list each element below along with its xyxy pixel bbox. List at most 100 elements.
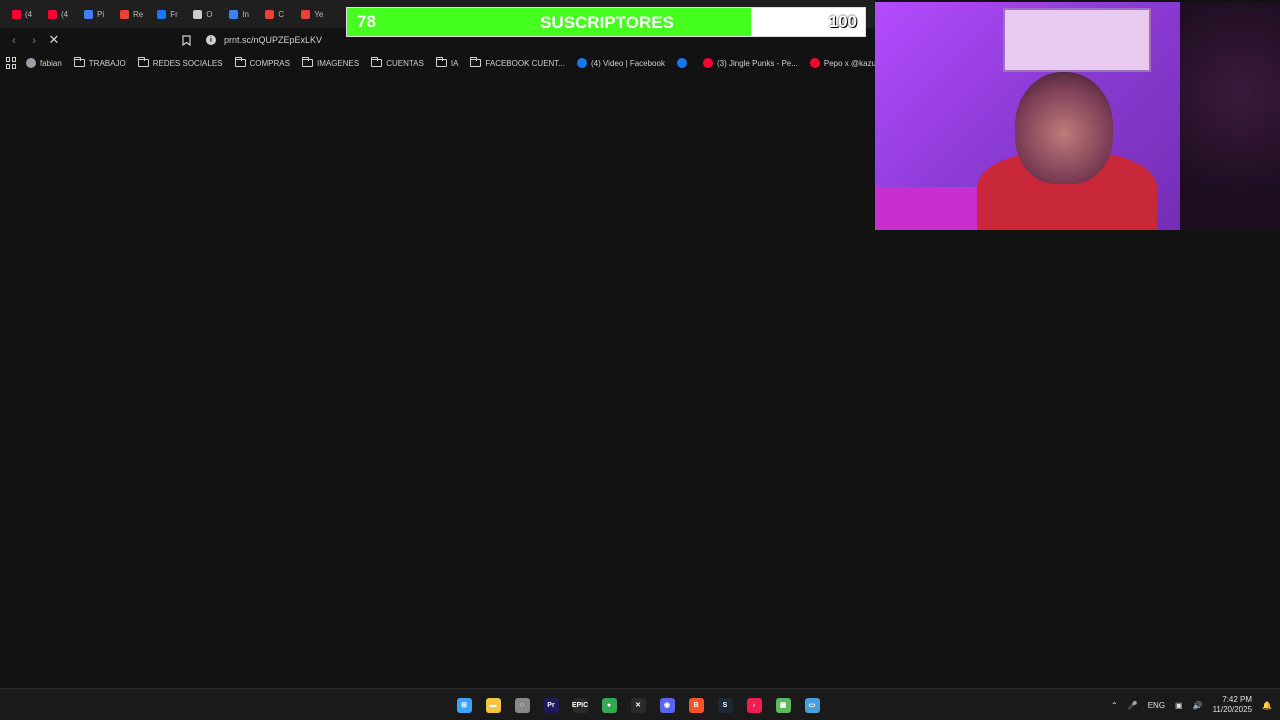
file-explorer-icon: ▬ [485, 697, 501, 713]
tab-favicon-icon [84, 9, 93, 19]
bookmark-item[interactable]: IMAGENES [301, 57, 360, 68]
discord-icon: ◉ [659, 697, 675, 713]
folder-icon [73, 57, 85, 67]
discord-button[interactable]: ◉ [655, 693, 679, 717]
streamer-head [1015, 72, 1113, 184]
obs-icon: ○ [514, 697, 530, 713]
steam-button[interactable]: S [713, 693, 737, 717]
browser-tab[interactable]: Ye [295, 3, 329, 25]
bookmark-label: COMPRAS [249, 58, 290, 68]
tab-favicon-icon [229, 9, 239, 19]
tab-label: C [278, 9, 285, 19]
premiere-button[interactable]: Pr [539, 693, 563, 717]
windows-start-button[interactable]: ⊞ [452, 693, 476, 717]
bookmark-item[interactable]: (3) Jingle Punks - Pe... [702, 58, 798, 68]
epic-games-button[interactable]: EPIC [568, 693, 592, 717]
chrome-button[interactable]: ● [597, 693, 621, 717]
site-info-icon[interactable]: i [206, 35, 216, 45]
capcut-button[interactable]: ✕ [626, 693, 650, 717]
folder-icon [137, 57, 149, 67]
globe-icon [26, 58, 36, 68]
subscriber-goal: 100 [828, 12, 857, 31]
stop-loading-button[interactable]: ✕ [44, 30, 64, 50]
browser-tab[interactable]: (4 [42, 3, 76, 25]
browser-tab[interactable]: (4 [6, 3, 40, 25]
tab-favicon-icon [120, 9, 129, 19]
file-explorer-button[interactable]: ▬ [481, 693, 505, 717]
system-tray: ⌃ 🎤 ENG ▣ 🔊 7:42 PM 11/20/2025 🔔 [1111, 693, 1272, 717]
facebook-icon [676, 58, 687, 68]
webcam-feed [875, 2, 1280, 230]
browser-tab[interactable]: O [187, 3, 221, 25]
network-icon[interactable]: ▣ [1175, 701, 1183, 710]
bookmark-item[interactable]: REDES SOCIALES [137, 57, 223, 68]
bookmark-label: fabian [40, 58, 62, 68]
back-button[interactable]: ‹ [4, 30, 24, 50]
bookmark-label: TRABAJO [88, 58, 126, 68]
bookmark-item[interactable]: IA [435, 57, 459, 68]
forward-button[interactable]: › [24, 30, 44, 50]
image-viewer-button[interactable]: ▣ [771, 693, 795, 717]
bookmark-label: IA [450, 58, 459, 68]
clock-date: 11/20/2025 [1212, 705, 1253, 714]
folder-icon [301, 57, 313, 67]
browser-tab[interactable]: Fr [151, 3, 185, 25]
bookmark-item[interactable] [676, 58, 691, 68]
folder-icon [371, 57, 383, 67]
tab-label: (4 [61, 9, 69, 19]
volume-icon[interactable]: 🔊 [1193, 701, 1203, 710]
chrome-icon: ● [601, 697, 617, 713]
tab-label: In [242, 9, 249, 19]
browser-tab[interactable]: Pi [78, 3, 112, 25]
obs-button[interactable]: ○ [510, 693, 534, 717]
tab-label: Fr [170, 9, 178, 19]
epic-games-icon: EPIC [572, 697, 588, 713]
bookmark-item[interactable]: (4) Video | Facebook [576, 58, 665, 68]
snipping-tool-icon: ▭ [804, 697, 820, 713]
brave-icon: B [688, 697, 704, 713]
tab-label: Re [133, 9, 144, 19]
snipping-tool-button[interactable]: ▭ [800, 693, 824, 717]
browser-tab[interactable]: C [259, 3, 293, 25]
tab-favicon-icon [265, 9, 275, 19]
facebook-icon [576, 58, 587, 68]
browser-tab[interactable]: In [223, 3, 257, 25]
taskbar: ⊞ ▬ ○ Pr EPIC ● ✕ ◉ B S ♪ ▣ ▭ ⌃ 🎤 ENG ▣ 🔊 7:42 PM 11… [0, 688, 1280, 720]
bookmark-item[interactable]: fabian [26, 58, 62, 68]
folder-icon [435, 57, 447, 67]
tiktok-button[interactable]: ♪ [742, 693, 766, 717]
bookmark-label: FACEBOOK CUENT... [485, 58, 565, 68]
wall-poster [1003, 8, 1151, 72]
bookmark-item[interactable]: FACEBOOK CUENT... [470, 57, 565, 68]
subscriber-title: SUSCRIPTORES [540, 13, 674, 32]
language-indicator[interactable]: ENG [1148, 701, 1165, 710]
brave-button[interactable]: B [684, 693, 708, 717]
bookmarks-bar: fabian TRABAJO REDES SOCIALES COMPRAS IMAGEN… [0, 53, 904, 73]
tab-label: O [206, 9, 213, 19]
taskbar-apps: ⊞ ▬ ○ Pr EPIC ● ✕ ◉ B S ♪ ▣ ▭ [452, 693, 824, 717]
bookmark-label: (3) Jingle Punks - Pe... [716, 58, 798, 68]
bookmark-item[interactable]: CUENTAS [371, 57, 424, 68]
youtube-icon [809, 58, 820, 68]
bookmark-label: IMAGENES [316, 58, 360, 68]
bookmark-item[interactable]: TRABAJO [73, 57, 126, 68]
bookmark-label: REDES SOCIALES [152, 58, 223, 68]
microphone-icon[interactable]: 🎤 [1128, 701, 1138, 710]
chevron-up-icon[interactable]: ⌃ [1111, 701, 1118, 710]
tab-favicon-icon [12, 9, 21, 19]
apps-grid-icon[interactable] [6, 57, 16, 69]
bookmark-label: CUENTAS [386, 58, 424, 68]
page-content [0, 74, 875, 688]
steam-icon: S [717, 697, 733, 713]
bookmark-item[interactable]: COMPRAS [234, 57, 290, 68]
bookmark-label: (4) Video | Facebook [590, 58, 665, 68]
clock-time: 7:42 PM [1222, 695, 1253, 704]
subscriber-goal-bar: 78 SUSCRIPTORES 100 [346, 7, 866, 37]
notification-bell-icon[interactable]: 🔔 [1262, 701, 1272, 710]
clock[interactable]: 7:42 PM 11/20/2025 [1213, 695, 1252, 715]
folder-icon [234, 57, 246, 67]
tab-label: (4 [25, 9, 33, 19]
browser-tab[interactable]: Re [114, 3, 149, 25]
screen: (4 (4 Pi Re Fr O In C Ye ‹ › ✕ i prnt.sc/nQUPZEp… [0, 0, 1280, 720]
windows-start-icon: ⊞ [456, 697, 472, 713]
